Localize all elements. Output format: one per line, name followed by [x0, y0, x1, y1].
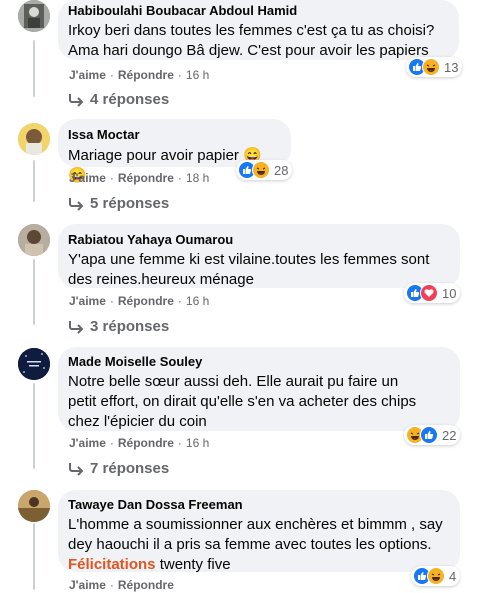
- view-replies-button[interactable]: 7 réponses: [68, 460, 169, 477]
- comment-author[interactable]: Issa Moctar: [68, 127, 279, 143]
- haha-icon: [422, 58, 440, 76]
- replies-label: 7 réponses: [90, 460, 170, 477]
- like-link[interactable]: J'aime: [69, 171, 106, 185]
- reaction-summary[interactable]: 10: [404, 283, 461, 303]
- avatar[interactable]: [18, 348, 50, 380]
- reaction-count: 22: [442, 427, 457, 443]
- reaction-summary[interactable]: 22: [404, 425, 461, 445]
- thread-line: [33, 523, 35, 590]
- comment-bubble: Made Moiselle Souley Notre belle sœur au…: [58, 347, 460, 431]
- avatar[interactable]: [18, 490, 50, 522]
- mention-link[interactable]: Félicitations: [68, 556, 156, 573]
- reaction-summary[interactable]: 13: [406, 57, 463, 77]
- like-link[interactable]: J'aime: [69, 68, 106, 82]
- comment-bubble: Tawaye Dan Dossa Freeman L'homme a soumi…: [58, 490, 460, 575]
- reaction-count: 28: [274, 162, 289, 178]
- avatar[interactable]: [18, 224, 50, 256]
- comment-author[interactable]: Made Moiselle Souley: [68, 354, 448, 370]
- comment-time[interactable]: 16 h: [186, 436, 209, 450]
- avatar[interactable]: [18, 123, 50, 155]
- reply-link[interactable]: Répondre: [118, 171, 174, 185]
- comment-actions: J'aime · Répondre: [69, 578, 174, 592]
- love-icon: [420, 284, 438, 302]
- replies-label: 5 réponses: [90, 195, 170, 212]
- reply-link[interactable]: Répondre: [118, 68, 174, 82]
- replies-label: 3 réponses: [90, 318, 170, 335]
- comment-time[interactable]: 18 h: [186, 171, 209, 185]
- thread-line: [33, 40, 35, 97]
- avatar[interactable]: [18, 0, 50, 32]
- comment-text: Notre belle sœur aussi deh. Elle aurait …: [68, 373, 417, 430]
- thread-line: [33, 160, 35, 202]
- reply-arrow-icon: [69, 320, 84, 334]
- reply-link[interactable]: Répondre: [118, 294, 174, 308]
- comment-actions: J'aime · Répondre · 16 h: [69, 68, 210, 82]
- comment-text: Irkoy beri dans toutes les femmes c'est …: [68, 22, 435, 59]
- comment-text: L'homme a soumissionner aux enchères et …: [68, 515, 448, 575]
- comment-author[interactable]: Rabiatou Yahaya Oumarou: [68, 232, 448, 248]
- reaction-count: 10: [442, 285, 457, 301]
- view-replies-button[interactable]: 5 réponses: [68, 195, 169, 212]
- thread-line: [33, 383, 35, 469]
- comment-time[interactable]: 16 h: [186, 68, 209, 82]
- like-link[interactable]: J'aime: [69, 436, 106, 450]
- view-replies-button[interactable]: 4 réponses: [68, 91, 169, 108]
- view-replies-button[interactable]: 3 réponses: [68, 318, 169, 335]
- comment-actions: J'aime · Répondre · 16 h: [69, 294, 210, 308]
- comment-text: Y'apa une femme ki est vilaine.toutes le…: [68, 251, 430, 288]
- comment-text-body: L'homme a soumissionner aux enchères et …: [68, 516, 443, 553]
- comment-actions: J'aime · Répondre · 16 h: [69, 436, 210, 450]
- comment-author[interactable]: Habiboulahi Boubacar Abdoul Hamid: [68, 3, 447, 19]
- comment-bubble: Rabiatou Yahaya Oumarou Y'apa une femme …: [58, 224, 460, 288]
- reaction-count: 13: [444, 59, 459, 75]
- reply-arrow-icon: [69, 197, 84, 211]
- thread-line: [33, 259, 35, 325]
- like-link[interactable]: J'aime: [69, 294, 106, 308]
- haha-icon: [252, 161, 270, 179]
- comment-actions: J'aime · Répondre · 18 h: [69, 171, 210, 185]
- haha-icon: [427, 567, 445, 585]
- comment-author[interactable]: Tawaye Dan Dossa Freeman: [68, 497, 448, 513]
- reaction-count: 4: [449, 568, 457, 584]
- reply-arrow-icon: [69, 93, 84, 107]
- comment-time[interactable]: 16 h: [186, 294, 209, 308]
- reaction-summary[interactable]: 28: [236, 160, 293, 180]
- comment-bubble: Habiboulahi Boubacar Abdoul Hamid Irkoy …: [58, 0, 459, 60]
- reaction-summary[interactable]: 4: [411, 566, 461, 586]
- like-icon: [420, 426, 438, 444]
- comment-text-tail: twenty five: [155, 556, 231, 573]
- replies-label: 4 réponses: [90, 91, 170, 108]
- reply-link[interactable]: Répondre: [118, 436, 174, 450]
- reply-arrow-icon: [69, 462, 84, 476]
